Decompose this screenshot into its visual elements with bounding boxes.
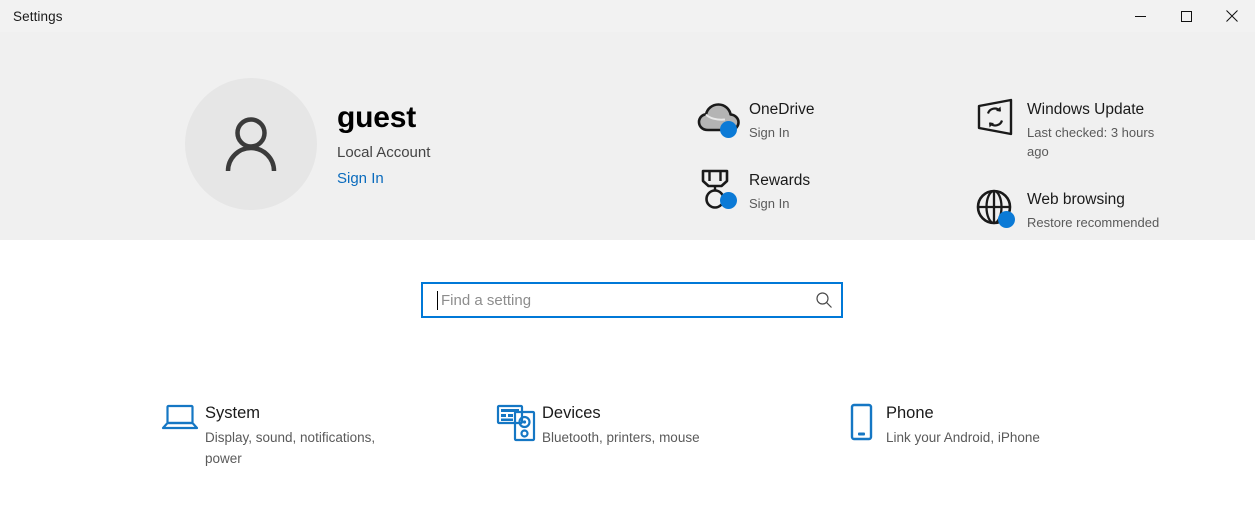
category-title: System [205,404,261,422]
close-button[interactable] [1209,0,1255,32]
status-item-web-browsing[interactable]: Web browsing Restore recommended [975,184,1177,232]
windows-update-icon [975,94,1027,142]
status-subtitle: Last checked: 3 hours ago [1027,125,1155,159]
maximize-button[interactable] [1163,0,1209,32]
onedrive-cloud-icon [697,94,749,142]
maximize-icon [1180,10,1192,22]
status-subtitle: Sign In [749,125,790,140]
status-column-2: Windows Update Last checked: 3 hours ago… [975,94,1177,255]
status-title: OneDrive [749,101,815,118]
search-button[interactable] [807,291,841,309]
account-name: guest [337,101,417,134]
status-badge [998,211,1015,228]
status-item-onedrive[interactable]: OneDrive Sign In [697,94,814,142]
account-sign-in-link[interactable]: Sign In [337,168,384,190]
header-band: guest Local Account Sign In OneDrive Sig… [0,32,1255,240]
category-subtitle: Bluetooth, printers, mouse [542,430,700,445]
window-controls [1117,0,1255,32]
category-phone[interactable]: Phone Link your Android, iPhone [836,400,1040,448]
minimize-icon [1134,15,1146,17]
category-devices[interactable]: Devices Bluetooth, printers, mouse [492,400,700,448]
title-bar: Settings [0,0,1255,32]
category-text: Devices Bluetooth, printers, mouse [542,400,700,448]
status-text: Web browsing Restore recommended [1027,184,1159,232]
status-text: OneDrive Sign In [749,94,814,142]
close-icon [1226,10,1238,22]
category-text: Phone Link your Android, iPhone [886,400,1040,448]
search-box[interactable] [421,282,843,318]
status-title: Rewards [749,172,811,189]
status-column-1: OneDrive Sign In Rewards Sign In [697,94,814,236]
account-block[interactable]: guest Local Account Sign In [185,78,430,210]
window-title: Settings [13,8,63,24]
category-title: Phone [886,404,934,422]
account-type: Local Account [337,144,431,161]
avatar[interactable] [185,78,317,210]
category-subtitle: Link your Android, iPhone [886,430,1040,445]
category-system[interactable]: System Display, sound, notifications, po… [155,400,410,469]
minimize-button[interactable] [1117,0,1163,32]
status-subtitle: Restore recommended [1027,215,1160,230]
status-item-windows-update[interactable]: Windows Update Last checked: 3 hours ago [975,94,1177,161]
status-text: Windows Update Last checked: 3 hours ago [1027,94,1177,161]
category-grid: System Display, sound, notifications, po… [0,400,1255,500]
system-laptop-icon [155,400,205,433]
status-badge [720,121,737,138]
person-icon [225,117,277,172]
category-title: Devices [542,404,601,422]
phone-icon [836,400,886,443]
devices-keyboard-speaker-icon [492,400,542,443]
account-text: guest Local Account Sign In [337,100,430,190]
status-subtitle: Sign In [749,196,790,211]
status-item-rewards[interactable]: Rewards Sign In [697,165,814,213]
status-badge [720,192,737,209]
category-subtitle: Display, sound, notifications, power [205,430,376,466]
web-browsing-globe-icon [975,184,1027,232]
rewards-medal-icon [697,165,749,213]
search-input[interactable] [438,285,807,315]
category-text: System Display, sound, notifications, po… [205,400,410,469]
status-text: Rewards Sign In [749,165,810,213]
status-title: Web browsing [1027,191,1125,208]
search-icon [816,292,832,308]
status-title: Windows Update [1027,101,1145,118]
